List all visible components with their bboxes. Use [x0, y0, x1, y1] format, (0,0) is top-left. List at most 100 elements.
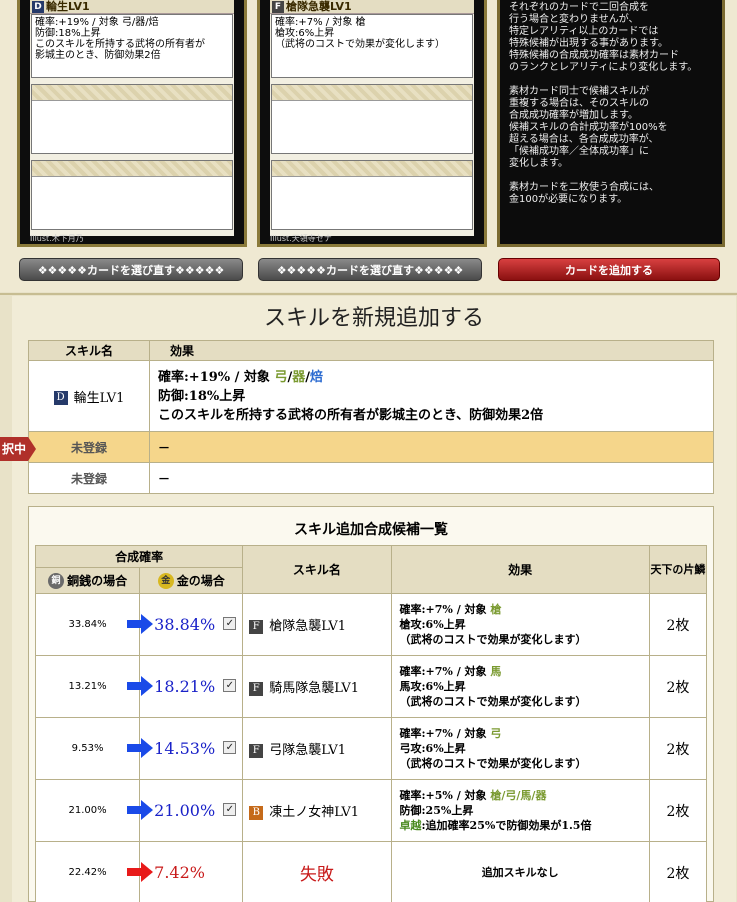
- candidate-effect: 確率:+7% / 対象 弓弓攻:6%上昇 （武将のコストで効果が変化します）: [390, 717, 650, 780]
- gold-coin-icon: 金: [157, 573, 174, 590]
- copper-coin-icon: 銅: [48, 573, 65, 590]
- effect-line: 確率:+7% / 対象 馬: [400, 664, 641, 679]
- desc-line: このスキルを所持する武将の所有者が: [35, 39, 205, 50]
- rate-value: 21.00%: [68, 805, 107, 816]
- arrow-right-icon: [127, 862, 154, 882]
- material-card-1[interactable]: D 輪生LV1 確率:+19% / 対象 弓/器/焙 防御:18%上昇 このスキル…: [17, 0, 247, 247]
- gold-rate: 14.53% ✓: [139, 717, 244, 780]
- gold-rate: 21.00% ✓: [139, 779, 244, 842]
- col-effect: 効果: [149, 340, 714, 361]
- selected-row[interactable]: 未登録 －: [28, 431, 714, 463]
- empty-skill-slot: [271, 160, 473, 230]
- target-tag: 弓: [274, 369, 288, 385]
- reselect-card-button-1[interactable]: ❖❖❖❖❖カードを選び直す❖❖❖❖❖: [19, 258, 243, 281]
- effect-line: （武将のコストで効果が変化します）: [399, 757, 587, 770]
- illust-credit: Illust.木下月乃: [30, 234, 84, 243]
- fail-effect: 追加スキルなし: [390, 841, 650, 902]
- illust-credit: Illust.天領寺セナ: [270, 234, 332, 243]
- gold-rate: 38.84% ✓: [139, 593, 244, 656]
- skill-slot-table: スキル名 効果 D 輪生LV1 確率:+19% / 対象 弓/器/焙 防御:18%…: [28, 340, 714, 494]
- required-count: 2枚: [648, 655, 708, 718]
- candidate-skill: F 騎馬隊急襲LV1: [242, 655, 392, 718]
- rate-value: 7.42%: [154, 863, 205, 882]
- effect-line: 弓攻:6%上昇: [399, 742, 466, 755]
- candidate-checkbox[interactable]: ✓: [223, 679, 237, 692]
- target-tag: 弓: [490, 727, 502, 740]
- fail-row: 22.42% 7.42% 失敗 追加スキルなし 2枚: [34, 841, 708, 902]
- empty-skill-slot: [271, 84, 473, 154]
- arrow-right-icon: [127, 614, 154, 634]
- effect-line: 防御:18%上昇: [158, 388, 246, 404]
- skill-name: 弓隊急襲LV1: [269, 743, 347, 758]
- keyword-tag: 卓越: [399, 819, 422, 832]
- col-gold: 金金の場合: [139, 567, 244, 594]
- candidate-table: 合成確率 スキル名 効果 天下の片鱗 銅銅銭の場合 金金の場合 33.84% 3…: [34, 545, 708, 902]
- rate-value: 13.21%: [68, 681, 107, 692]
- reselect-card-button-2[interactable]: ❖❖❖❖❖カードを選び直す❖❖❖❖❖: [258, 258, 482, 281]
- grade-badge: B: [249, 805, 264, 820]
- effect-line: 槍攻:6%上昇: [399, 618, 466, 631]
- effect-text: 確率:+7% / 対象: [399, 603, 491, 616]
- desc-line: 影城主のとき、防御効果2倍: [35, 50, 161, 61]
- card-title: F 槍隊急襲LV1: [270, 0, 474, 14]
- copper-rate: 21.00%: [34, 779, 154, 842]
- candidate-row: 9.53% 14.53% ✓ F 弓隊急襲LV1 確率:+7% / 対象 弓弓攻:6…: [34, 717, 708, 780]
- effect-line: このスキルを所持する武将の所有者が影城主のとき、防御効果2倍: [158, 407, 544, 423]
- arrow-right-icon: [127, 738, 154, 758]
- skill-name: 凍土ノ女神LV1: [269, 805, 360, 820]
- effect-empty: －: [149, 462, 714, 494]
- effect-text: 確率:+7% / 対象: [399, 665, 491, 678]
- card-skill-desc: 確率:+19% / 対象 弓/器/焙 防御:18%上昇 このスキルを所持する武将…: [31, 14, 233, 78]
- required-count: 2枚: [648, 779, 708, 842]
- grade-badge: F: [249, 619, 264, 634]
- target-tag: 槍/弓/馬/器: [490, 789, 547, 802]
- unregistered-label: 未登録: [28, 431, 150, 463]
- info-note: それぞれのカードで二回合成を 行う場合と変わりませんが、 特定レアリティ以上のカ…: [497, 0, 725, 247]
- grade-badge: F: [249, 681, 264, 696]
- candidate-effect: 確率:+7% / 対象 槍槍攻:6%上昇 （武将のコストで効果が変化します）: [390, 593, 650, 656]
- copper-rate: 33.84%: [34, 593, 154, 656]
- card-skill-desc: 確率:+7% / 対象 槍 槍攻:6%上昇 （武将のコストで効果が変化します）: [271, 14, 473, 78]
- rate-value: 18.21%: [154, 677, 216, 696]
- gold-rate: 18.21% ✓: [139, 655, 244, 718]
- required-count: 2枚: [648, 717, 708, 780]
- card-skill-name: 槍隊急襲LV1: [286, 0, 352, 13]
- effect-empty: －: [149, 431, 714, 463]
- effect-text: 確率:+7% / 対象: [399, 727, 491, 740]
- effect-line: （武将のコストで効果が変化します）: [399, 633, 587, 646]
- copper-rate: 22.42%: [34, 841, 154, 902]
- add-card-button[interactable]: カードを追加する: [498, 258, 720, 281]
- rate-value: 22.42%: [68, 867, 107, 878]
- empty-skill-slot: [31, 160, 233, 230]
- new-skill-section: スキルを新規追加する スキル名 効果 D 輪生LV1 確率:+19% / 対象 弓…: [0, 296, 736, 902]
- target-tag: 槍: [490, 603, 502, 616]
- skill-name: 輪生LV1: [73, 390, 125, 406]
- candidate-title: スキル追加合成候補一覧: [294, 522, 448, 538]
- candidate-checkbox[interactable]: ✓: [223, 617, 237, 630]
- candidate-checkbox[interactable]: ✓: [223, 741, 237, 754]
- target-tag: 馬: [490, 665, 502, 678]
- candidate-skill: B 凍土ノ女神LV1: [242, 779, 392, 842]
- col-skill: スキル名: [242, 545, 392, 594]
- material-card-2[interactable]: F 槍隊急襲LV1 確率:+7% / 対象 槍 槍攻:6%上昇 （武将のコストで効…: [257, 0, 487, 247]
- effect-line: 卓越:追加確率25%で防御効果が1.5倍: [400, 818, 641, 833]
- candidate-checkbox[interactable]: ✓: [223, 803, 237, 816]
- card-skill-name: 輪生LV1: [46, 0, 90, 13]
- effect-line: 確率:+7% / 対象 槍: [400, 602, 641, 617]
- target-tag: 器: [292, 369, 306, 385]
- grade-badge: F: [272, 1, 284, 13]
- copper-rate: 13.21%: [34, 655, 154, 718]
- effect-text: 確率:+5% / 対象: [399, 789, 491, 802]
- col-effect: 効果: [390, 545, 650, 594]
- arrow-right-icon: [127, 676, 154, 696]
- gold-rate: 7.42%: [139, 841, 244, 902]
- desc-line: 確率:+7% / 対象 槍: [275, 17, 366, 28]
- required-count: 2枚: [648, 593, 708, 656]
- gold-label: 金の場合: [176, 573, 225, 588]
- skill-effect-cell: 確率:+19% / 対象 弓/器/焙 防御:18%上昇 このスキルを所持する武将…: [149, 360, 714, 432]
- effect-line: 確率:+5% / 対象 槍/弓/馬/器: [400, 788, 641, 803]
- skill-name-cell: D 輪生LV1: [28, 360, 150, 432]
- candidate-skill: F 槍隊急襲LV1: [242, 593, 392, 656]
- table-row[interactable]: 未登録 －: [28, 462, 714, 494]
- card-title: D 輪生LV1: [30, 0, 234, 14]
